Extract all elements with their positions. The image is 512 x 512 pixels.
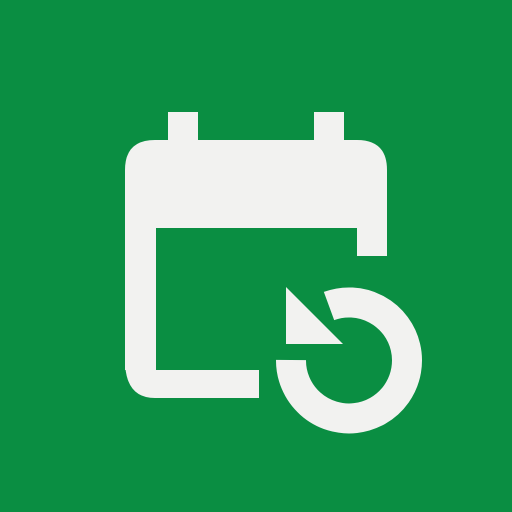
calendar-history-icon	[0, 0, 512, 512]
calendar-left-wall	[125, 226, 156, 370]
icon-background	[0, 0, 512, 512]
calendar-right-stub	[357, 226, 387, 256]
calendar-header	[125, 140, 387, 228]
app-icon-tile[interactable]	[0, 0, 512, 512]
